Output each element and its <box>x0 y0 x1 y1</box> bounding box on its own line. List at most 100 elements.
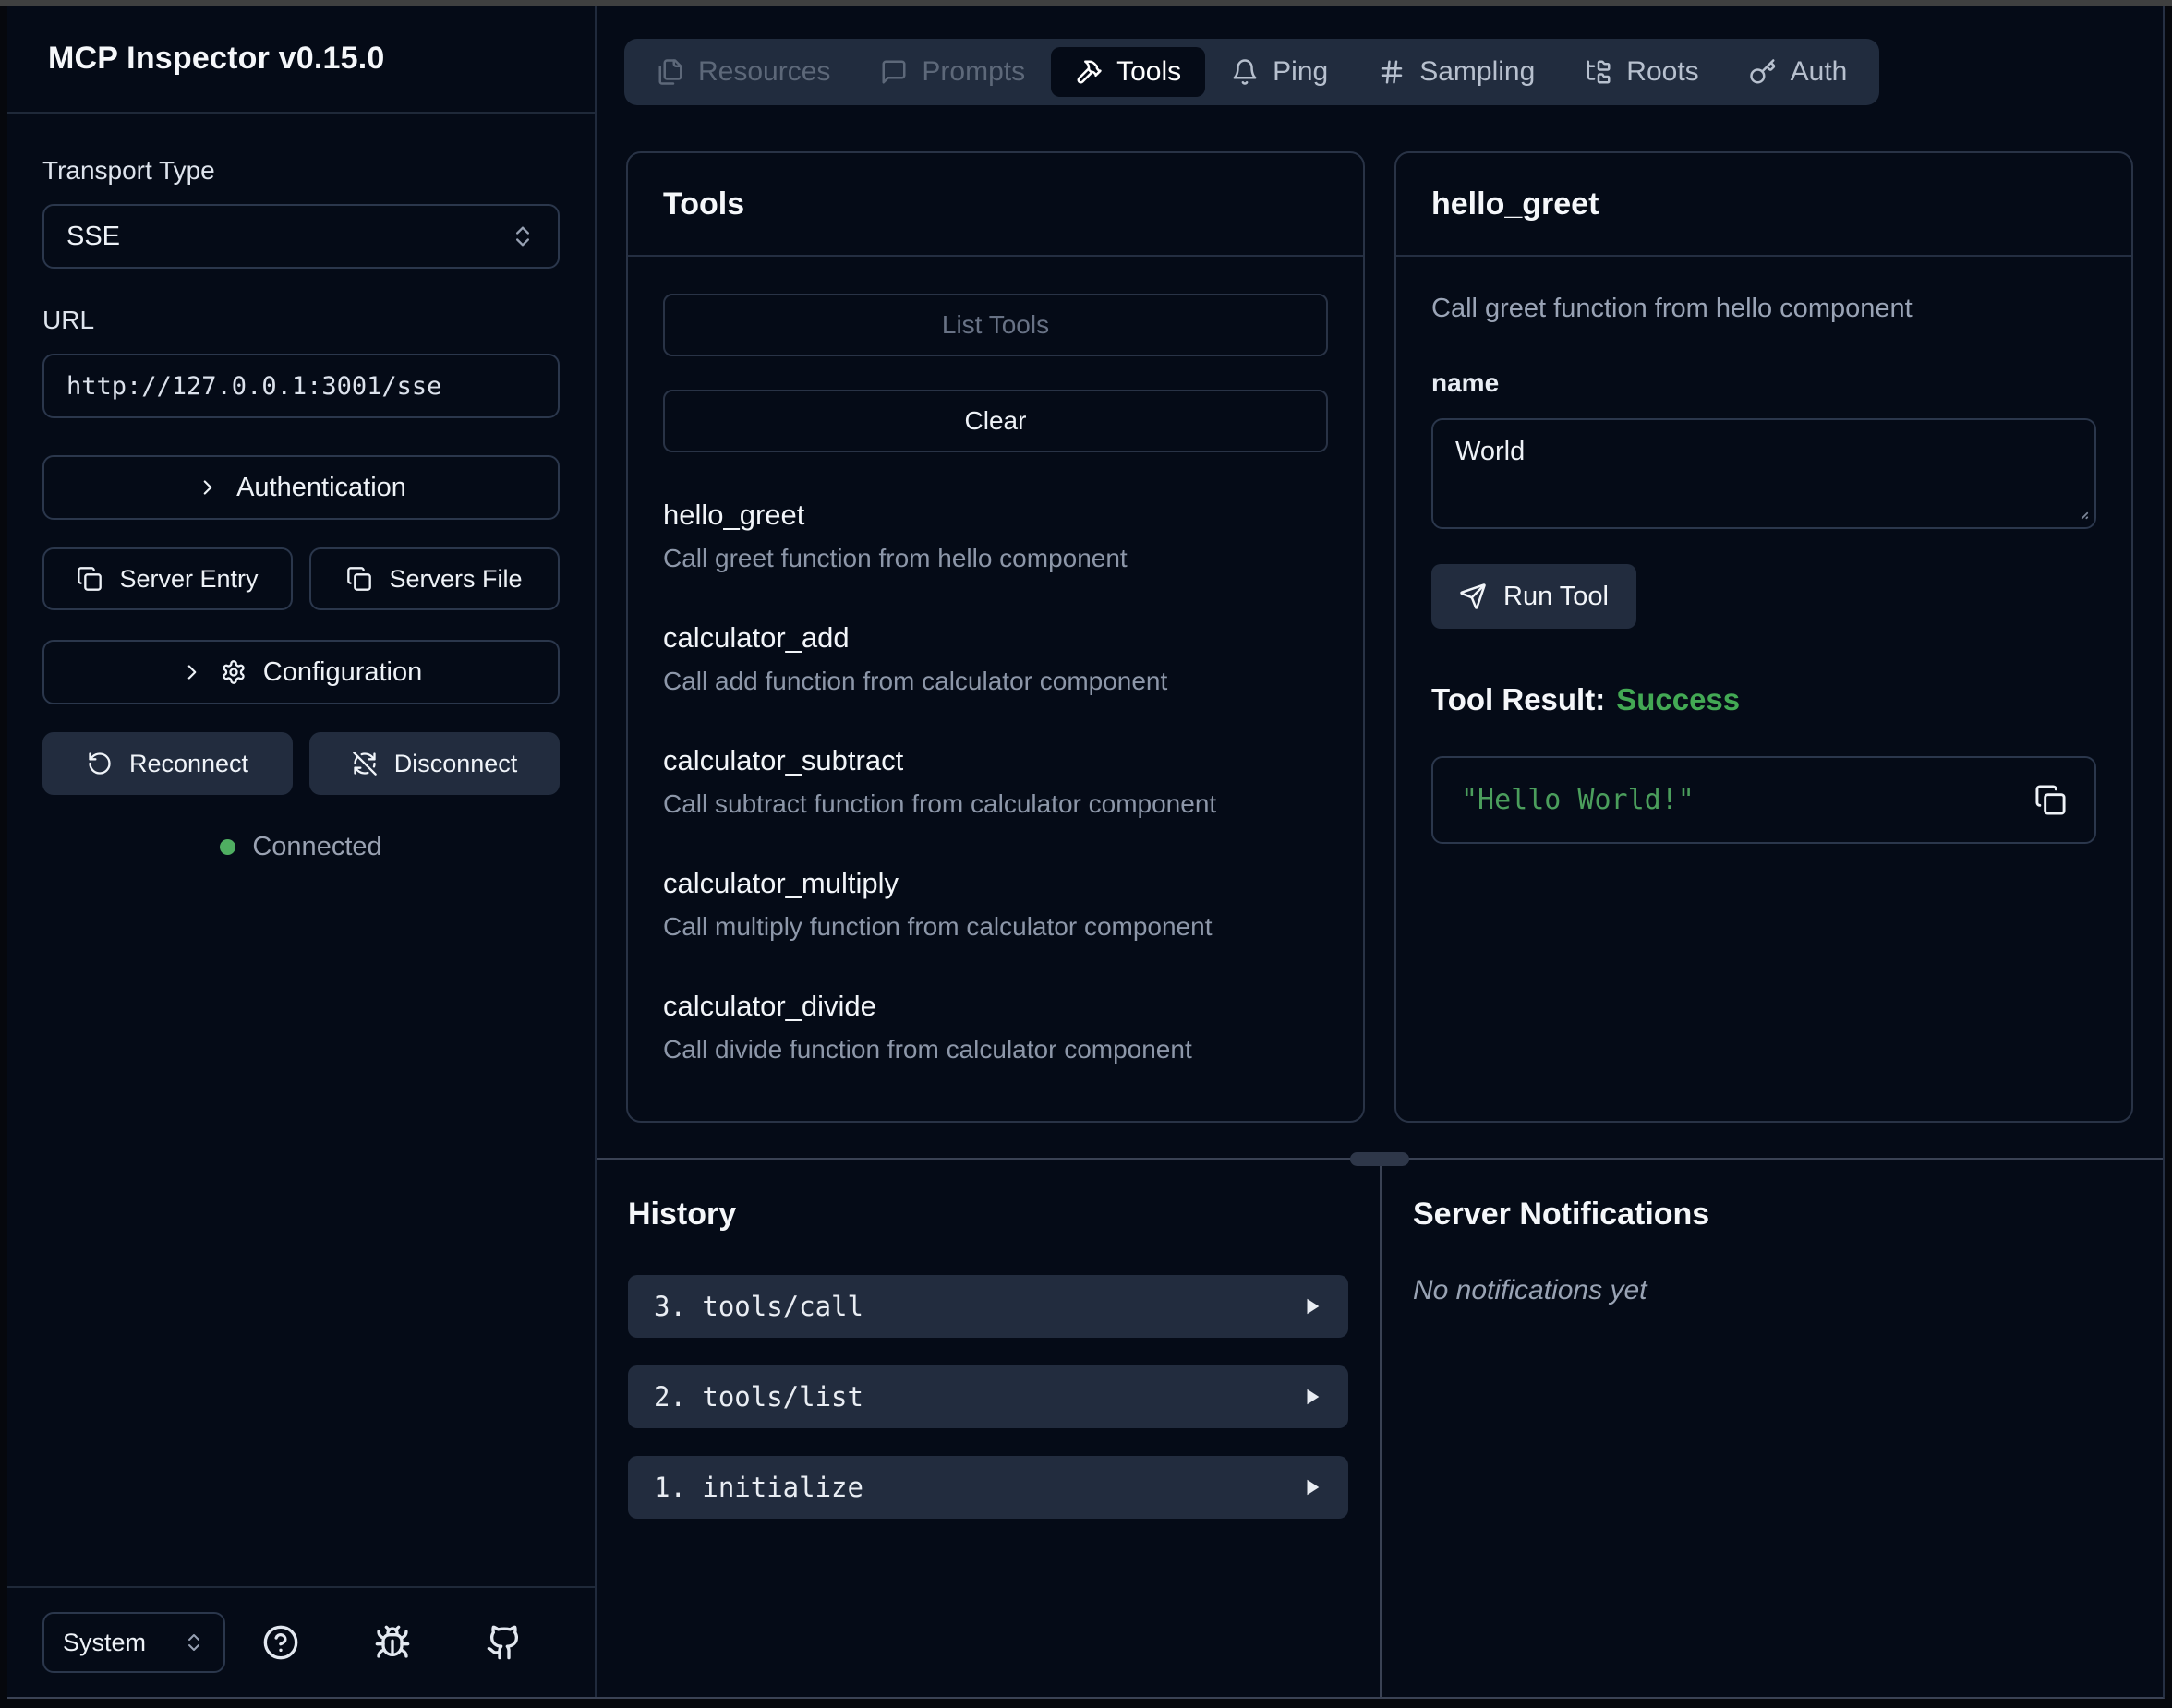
tool-detail-header: hello_greet <box>1396 153 2131 257</box>
tab-ping[interactable]: Ping <box>1207 47 1352 97</box>
refresh-off-icon <box>352 751 378 776</box>
files-icon <box>657 58 684 86</box>
tool-detail-title: hello_greet <box>1431 186 1599 223</box>
param-name-input[interactable]: World <box>1431 418 2096 529</box>
tool-item-hello-greet[interactable]: hello_greet Call greet function from hel… <box>663 499 1328 573</box>
configuration-button[interactable]: Configuration <box>42 640 560 704</box>
clear-label: Clear <box>965 406 1027 436</box>
sidebar-body: Transport Type SSE URL Authentication Se… <box>7 114 595 1586</box>
splitter-drag-handle[interactable] <box>1350 1152 1409 1166</box>
reconnect-label: Reconnect <box>129 750 248 778</box>
tools-panel-header: Tools <box>628 153 1363 257</box>
tool-detail-description: Call greet function from hello component <box>1431 294 2096 324</box>
connection-status: Connected <box>42 832 560 862</box>
bug-icon <box>374 1624 411 1661</box>
footer-icons <box>225 1624 560 1661</box>
help-button[interactable] <box>262 1624 299 1661</box>
url-input[interactable] <box>42 354 560 418</box>
bottom-row: History 3. tools/call 2. tools/list 1. i… <box>597 1160 2163 1697</box>
tab-label: Resources <box>698 56 830 88</box>
url-label: URL <box>42 306 560 335</box>
copy-icon <box>346 566 372 592</box>
tool-description: Call greet function from hello component <box>663 544 1328 573</box>
run-tool-button[interactable]: Run Tool <box>1431 564 1636 629</box>
expand-play-icon <box>1302 1387 1322 1407</box>
no-notifications-message: No notifications yet <box>1413 1275 2131 1306</box>
help-circle-icon <box>262 1624 299 1661</box>
history-item-tools-call[interactable]: 3. tools/call <box>628 1275 1348 1338</box>
bug-report-button[interactable] <box>374 1624 411 1661</box>
tool-item-calculator-add[interactable]: calculator_add Call add function from ca… <box>663 621 1328 696</box>
github-button[interactable] <box>486 1624 523 1661</box>
param-name-label: name <box>1431 368 2096 398</box>
key-icon <box>1749 58 1777 86</box>
configuration-label: Configuration <box>263 657 423 688</box>
tab-label: Ping <box>1273 56 1328 88</box>
github-icon <box>486 1624 523 1661</box>
tool-detail-body: Call greet function from hello component… <box>1396 257 2131 1121</box>
message-square-icon <box>880 58 908 86</box>
tool-name: calculator_multiply <box>663 867 1328 900</box>
sidebar: MCP Inspector v0.15.0 Transport Type SSE… <box>7 6 597 1697</box>
tool-description: Call multiply function from calculator c… <box>663 912 1328 942</box>
expand-play-icon <box>1302 1477 1322 1498</box>
copy-result-button[interactable] <box>2034 784 2067 816</box>
connected-label: Connected <box>252 832 381 862</box>
tool-item-calculator-multiply[interactable]: calculator_multiply Call multiply functi… <box>663 867 1328 942</box>
server-entry-button[interactable]: Server Entry <box>42 547 293 610</box>
tool-list: hello_greet Call greet function from hel… <box>663 499 1328 1064</box>
connected-dot <box>220 839 235 855</box>
history-item-label: 3. tools/call <box>654 1291 863 1322</box>
tool-result-output: "Hello World!" <box>1461 784 1695 816</box>
tab-label: Tools <box>1116 56 1181 88</box>
sidebar-header: MCP Inspector v0.15.0 <box>7 6 595 114</box>
server-entry-label: Server Entry <box>119 565 258 594</box>
main-area: Resources Prompts Tools Ping Sampling <box>597 6 2163 1697</box>
history-item-label: 2. tools/list <box>654 1381 863 1413</box>
tool-item-calculator-subtract[interactable]: calculator_subtract Call subtract functi… <box>663 744 1328 819</box>
tool-description: Call subtract function from calculator c… <box>663 789 1328 819</box>
tool-name: calculator_subtract <box>663 744 1328 777</box>
server-notifications-title: Server Notifications <box>1413 1197 2131 1233</box>
tools-panel-title: Tools <box>663 186 744 223</box>
copy-icon <box>2034 784 2067 816</box>
history-panel: History 3. tools/call 2. tools/list 1. i… <box>597 1160 1380 1697</box>
tab-roots[interactable]: Roots <box>1561 47 1722 97</box>
list-tools-label: List Tools <box>942 310 1049 340</box>
reconnect-button[interactable]: Reconnect <box>42 732 293 795</box>
tool-result-status: Success <box>1616 682 1740 716</box>
history-title: History <box>628 1197 1348 1233</box>
tool-name: calculator_divide <box>663 990 1328 1023</box>
tab-auth[interactable]: Auth <box>1725 47 1872 97</box>
history-item-tools-list[interactable]: 2. tools/list <box>628 1365 1348 1428</box>
tab-sampling[interactable]: Sampling <box>1354 47 1559 97</box>
tab-tools[interactable]: Tools <box>1051 47 1205 97</box>
tool-result-line: Tool Result: Success <box>1431 682 2096 717</box>
tools-panel-body: List Tools Clear hello_greet Call greet … <box>628 257 1363 1121</box>
disconnect-button[interactable]: Disconnect <box>309 732 560 795</box>
tool-description: Call add function from calculator compon… <box>663 667 1328 696</box>
tool-result-label: Tool Result: <box>1431 682 1605 716</box>
chevron-right-icon <box>180 660 204 684</box>
tool-item-calculator-divide[interactable]: calculator_divide Call divide function f… <box>663 990 1328 1064</box>
copy-icon <box>77 566 103 592</box>
transport-type-value: SSE <box>66 222 120 252</box>
tab-prompts[interactable]: Prompts <box>856 47 1049 97</box>
tab-label: Roots <box>1626 56 1698 88</box>
list-tools-button[interactable]: List Tools <box>663 294 1328 356</box>
run-tool-label: Run Tool <box>1503 582 1609 612</box>
clear-button[interactable]: Clear <box>663 390 1328 452</box>
tab-label: Sampling <box>1419 56 1535 88</box>
history-item-initialize[interactable]: 1. initialize <box>628 1456 1348 1519</box>
tab-bar: Resources Prompts Tools Ping Sampling <box>624 39 1879 105</box>
servers-file-label: Servers File <box>389 565 522 594</box>
servers-file-button[interactable]: Servers File <box>309 547 560 610</box>
tab-resources[interactable]: Resources <box>633 47 854 97</box>
app-title: MCP Inspector v0.15.0 <box>48 41 385 77</box>
expand-play-icon <box>1302 1296 1322 1317</box>
theme-select[interactable]: System <box>42 1612 225 1673</box>
transport-type-select[interactable]: SSE <box>42 204 560 269</box>
authentication-button[interactable]: Authentication <box>42 455 560 520</box>
panels-row: Tools List Tools Clear hello_greet Call … <box>597 151 2163 1123</box>
transport-type-label: Transport Type <box>42 156 560 186</box>
